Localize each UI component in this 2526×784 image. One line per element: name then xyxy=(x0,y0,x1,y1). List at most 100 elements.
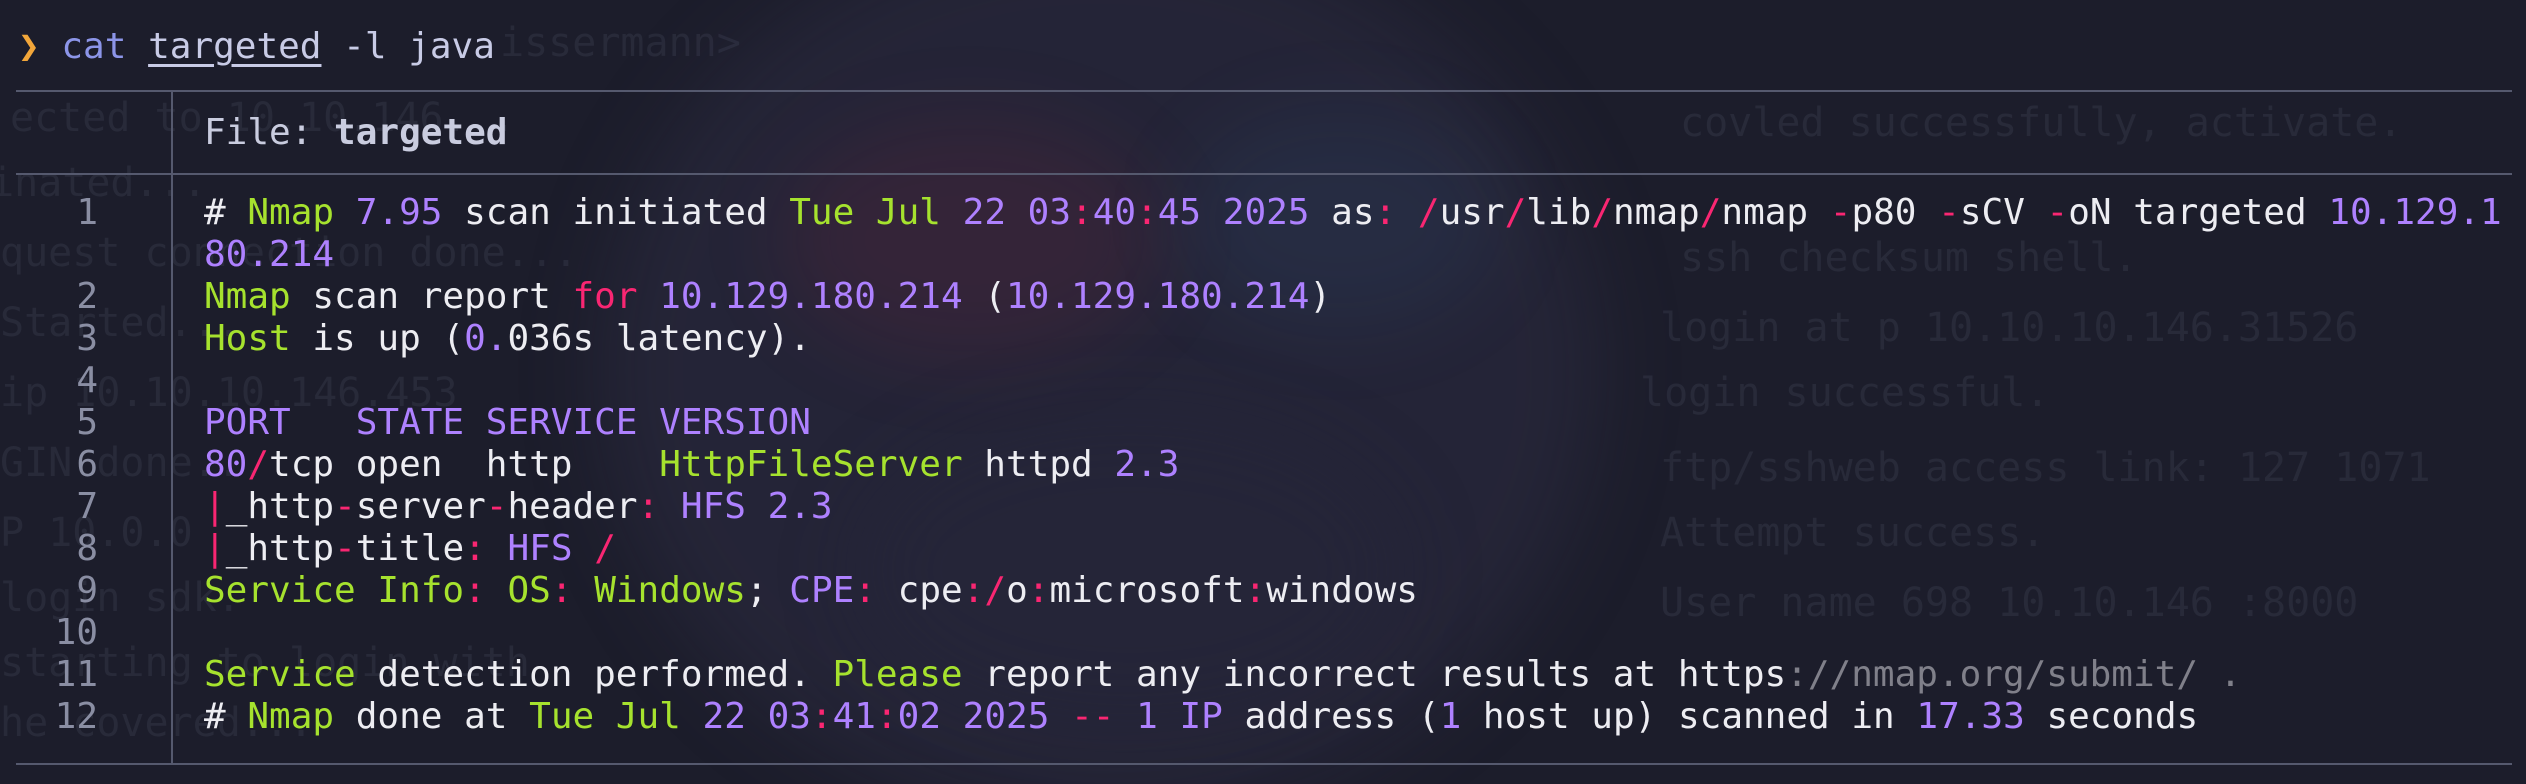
code-token: / xyxy=(247,444,270,485)
code-token: oN targeted xyxy=(2068,192,2329,233)
prompt-arrow-icon: ❯ xyxy=(18,26,40,67)
code-token: for xyxy=(572,276,638,317)
code-line: 10 xyxy=(0,612,2526,654)
code-token: - xyxy=(1938,192,1960,233)
code-token: sCV xyxy=(1959,192,2047,233)
code-token: host up) scanned in xyxy=(1461,696,1917,737)
code-token: ) xyxy=(1309,276,1332,317)
code-token: | xyxy=(204,486,226,527)
code-token: is up ( xyxy=(290,318,465,359)
code-token: : xyxy=(875,696,898,737)
code-text: Service detection performed. Please repo… xyxy=(204,654,2512,696)
code-token: ; xyxy=(745,570,790,611)
code-line: 11 Service detection performed. Please re… xyxy=(0,654,2526,696)
command-options: -l java xyxy=(343,26,495,67)
code-text: Nmap scan report for 10.129.180.214 (10.… xyxy=(204,276,2512,318)
code-text: |_http-title: HFS / xyxy=(204,528,2512,570)
code-token: 40 xyxy=(1092,192,1137,233)
code-token: 036s latency). xyxy=(507,318,811,359)
code-token: / xyxy=(594,528,616,569)
line-number: 6 xyxy=(76,444,98,485)
code-token: address ( xyxy=(1222,696,1440,737)
code-token: detection performed. xyxy=(355,654,833,695)
code-token: header xyxy=(507,486,638,527)
command-name: cat xyxy=(61,26,127,67)
file-contents: 1 # Nmap 7.95 scan initiated Tue Jul 22 0… xyxy=(0,192,2526,738)
code-token: 10.129.180.214 xyxy=(1005,276,1310,317)
code-token: : xyxy=(464,570,486,611)
code-token: Windows xyxy=(594,570,746,611)
code-text: # Nmap 7.95 scan initiated Tue Jul 22 03… xyxy=(204,192,2512,276)
code-token: Nmap xyxy=(247,696,335,737)
code-token: | xyxy=(204,528,226,569)
header-rule xyxy=(16,173,2512,175)
file-header: File: targeted xyxy=(204,108,507,158)
code-token: - xyxy=(1829,192,1852,233)
code-token: done at xyxy=(334,696,530,737)
code-text: PORT STATE SERVICE VERSION xyxy=(204,402,2512,444)
code-token: # xyxy=(204,696,248,737)
code-token: nmap xyxy=(1613,192,1700,233)
code-token: / xyxy=(1417,192,1440,233)
code-token: : xyxy=(637,486,660,527)
code-text: Host is up (0.036s latency). xyxy=(204,318,2512,360)
code-token: o xyxy=(1006,570,1028,611)
line-number: 4 xyxy=(76,360,98,401)
frame-bottom-rule xyxy=(16,763,2512,765)
code-token: / xyxy=(1504,192,1527,233)
line-number: 10 xyxy=(54,612,98,653)
code-token: report any incorrect results at https xyxy=(962,654,1787,695)
code-token: 22 03 xyxy=(962,192,1072,233)
code-token: Service xyxy=(204,654,356,695)
line-number: 12 xyxy=(54,696,98,737)
code-token: - xyxy=(334,528,356,569)
code-text: 80/tcp open http HttpFileServer httpd 2.… xyxy=(204,444,2512,486)
command-file-argument[interactable]: targeted xyxy=(148,26,321,67)
code-token: 22 03 xyxy=(702,696,811,737)
code-token: / xyxy=(1699,192,1722,233)
code-token: server xyxy=(355,486,486,527)
code-token: 2.3 xyxy=(1114,444,1180,485)
code-token: : xyxy=(1071,192,1093,233)
code-token: : xyxy=(854,570,876,611)
code-token: Service Info xyxy=(204,570,465,611)
line-number: 2 xyxy=(76,276,98,317)
code-token: 7.95 xyxy=(355,192,443,233)
code-token: 17.33 xyxy=(1916,696,2025,737)
code-token: 1 IP xyxy=(1136,696,1223,737)
code-token: 0. xyxy=(464,318,508,359)
code-token: : xyxy=(1027,570,1050,611)
code-text: |_http-server-header: HFS 2.3 xyxy=(204,486,2512,528)
code-line: 7 |_http-server-header: HFS 2.3 xyxy=(0,486,2526,528)
code-token: p80 xyxy=(1851,192,1939,233)
code-text: # Nmap done at Tue Jul 22 03:41:02 2025 … xyxy=(204,696,2512,738)
code-token: / xyxy=(1591,192,1613,233)
code-token: seconds xyxy=(2024,696,2199,737)
code-token: tcp open http xyxy=(269,444,660,485)
file-header-filename: targeted xyxy=(334,112,508,153)
code-token: Host xyxy=(204,318,291,359)
code-token: ( xyxy=(962,276,1006,317)
code-token: : xyxy=(464,528,486,569)
code-token: Tue Jul xyxy=(529,696,681,737)
code-line: 8 |_http-title: HFS / xyxy=(0,528,2526,570)
command-prompt: ❯ cat targeted -l java xyxy=(18,22,495,72)
line-number: 1 xyxy=(76,192,98,233)
code-line: 4 xyxy=(0,360,2526,402)
code-token: cpe xyxy=(876,570,963,611)
code-token: 02 2025 xyxy=(897,696,1050,737)
code-token: : xyxy=(1244,570,1267,611)
code-token: scan initiated xyxy=(442,192,790,233)
code-line: 12 # Nmap done at Tue Jul 22 03:41:02 202… xyxy=(0,696,2526,738)
code-token: Nmap xyxy=(204,276,291,317)
line-number: 3 xyxy=(76,318,98,359)
code-token: httpd xyxy=(962,444,1115,485)
code-line: 9 Service Info: OS: Windows; CPE: cpe:/o:… xyxy=(0,570,2526,612)
code-token: usr xyxy=(1439,192,1505,233)
